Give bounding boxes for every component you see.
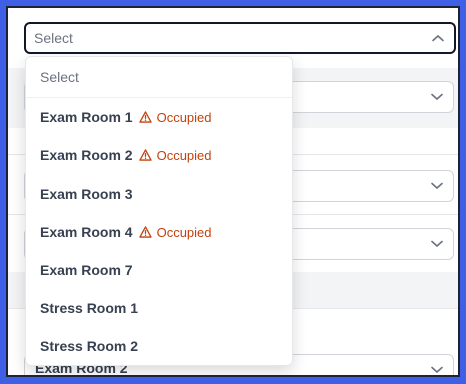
- warning-triangle-icon: [138, 226, 152, 238]
- chevron-down-icon: [431, 235, 443, 253]
- room-select-placeholder: Select: [34, 30, 73, 46]
- occupied-badge: Occupied: [138, 109, 212, 125]
- dropdown-option-exam-room-3[interactable]: Exam Room 3: [26, 175, 292, 213]
- window-frame: Exam Room 2 Select Select Exam Room 1 Oc…: [6, 6, 460, 377]
- dropdown-option-stress-room-2[interactable]: Stress Room 2: [26, 327, 292, 365]
- chevron-up-icon: [432, 29, 444, 47]
- option-label: Exam Room 1: [40, 109, 133, 125]
- dropdown-option-exam-room-2[interactable]: Exam Room 2 Occupied: [26, 136, 292, 174]
- chevron-down-icon: [431, 88, 443, 106]
- dropdown-option-placeholder[interactable]: Select: [26, 57, 292, 97]
- chevron-down-icon: [431, 361, 443, 375]
- option-label: Exam Room 2: [40, 147, 133, 163]
- occupied-status: Occupied: [156, 224, 212, 240]
- occupied-status: Occupied: [156, 147, 212, 163]
- warning-triangle-icon: [138, 111, 152, 123]
- dropdown-option-exam-room-7[interactable]: Exam Room 7: [26, 251, 292, 289]
- option-label: Exam Room 4: [40, 224, 133, 240]
- option-label: Stress Room 2: [40, 338, 139, 354]
- occupied-badge: Occupied: [138, 147, 212, 163]
- dropdown-option-exam-room-4[interactable]: Exam Room 4 Occupied: [26, 213, 292, 251]
- room-select[interactable]: Select: [24, 22, 456, 54]
- option-label: Exam Room 7: [40, 262, 133, 278]
- occupied-badge: Occupied: [138, 224, 212, 240]
- warning-triangle-icon: [138, 149, 152, 161]
- dropdown-option-stress-room-1[interactable]: Stress Room 1: [26, 289, 292, 327]
- room-dropdown-list: Select Exam Room 1 Occupied Exam Room 2 …: [25, 56, 293, 366]
- option-label: Exam Room 3: [40, 186, 133, 202]
- occupied-status: Occupied: [156, 109, 212, 125]
- option-label: Stress Room 1: [40, 300, 139, 316]
- dropdown-option-exam-room-1[interactable]: Exam Room 1 Occupied: [26, 98, 292, 136]
- chevron-down-icon: [431, 177, 443, 195]
